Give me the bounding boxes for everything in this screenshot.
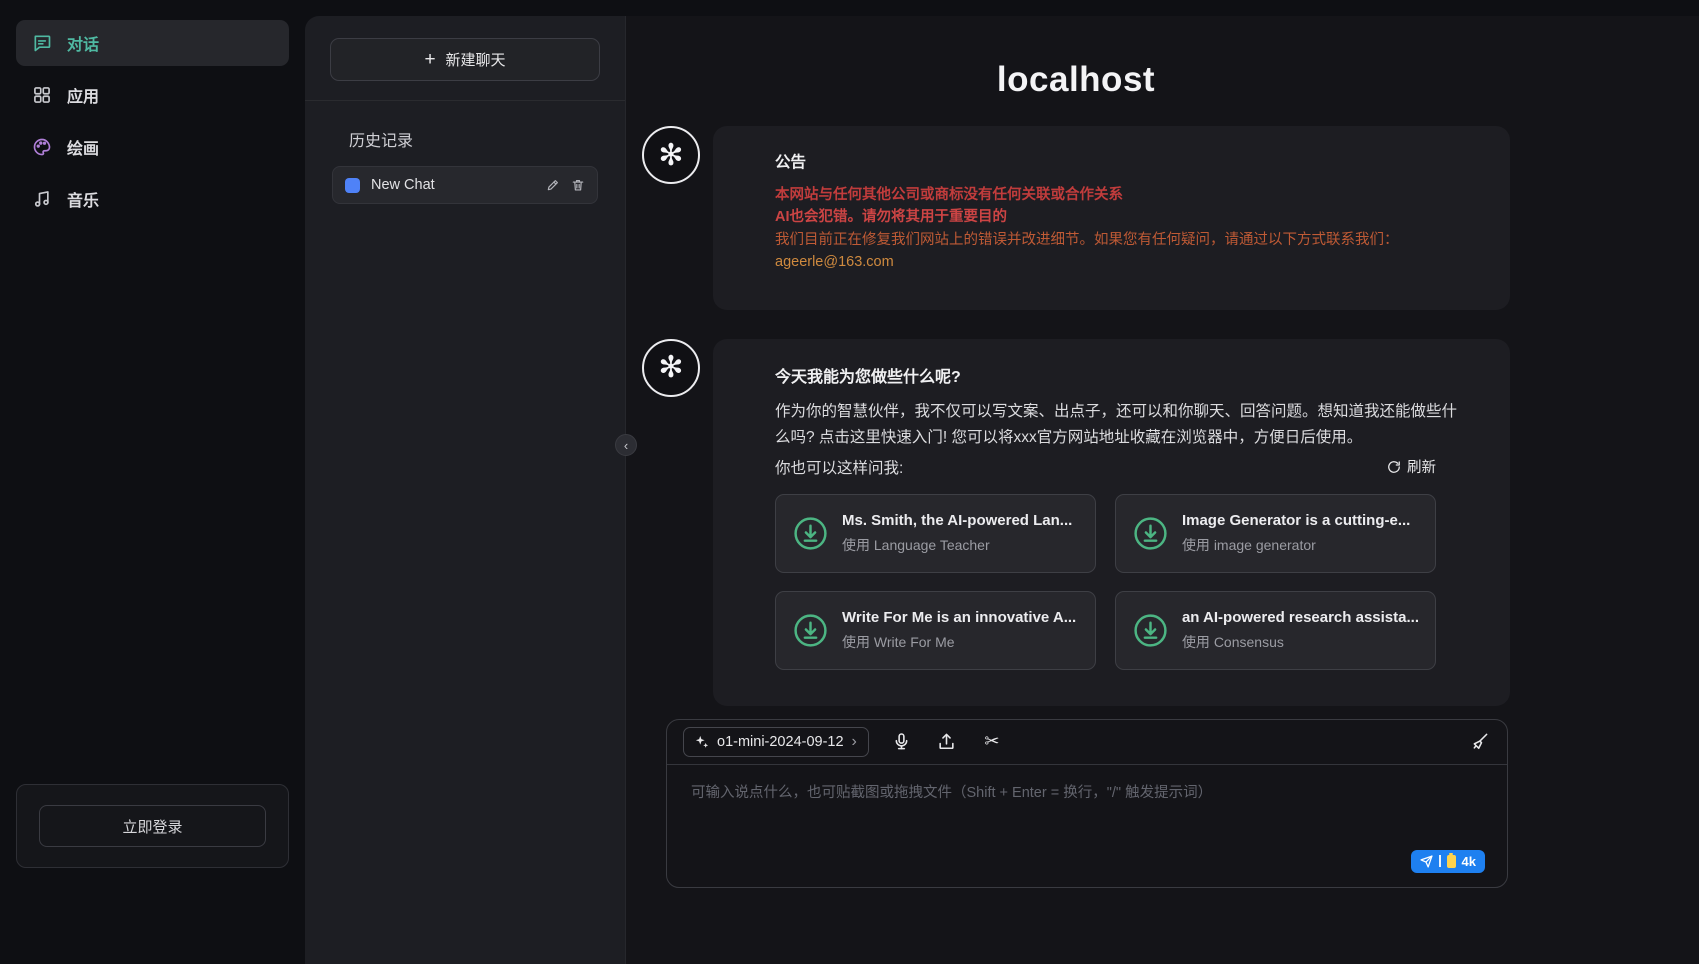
suggestion-title: an AI-powered research assista... xyxy=(1182,609,1419,626)
download-circle-icon xyxy=(1132,612,1169,649)
ask-hint: 你也可以这样问我: xyxy=(775,456,903,478)
sidebar: 对话 应用 绘画 音乐 立即登录 xyxy=(0,0,305,964)
suggestion-title: Write For Me is an innovative A... xyxy=(842,609,1076,626)
refresh-button[interactable]: 刷新 xyxy=(1387,456,1436,477)
suggestion-subtitle: 使用 Language Teacher xyxy=(842,535,1072,555)
suggestion-grid: Ms. Smith, the AI-powered Lan... 使用 Lang… xyxy=(775,494,1436,670)
edit-icon[interactable] xyxy=(546,178,560,192)
sidebar-item-chat[interactable]: 对话 xyxy=(16,20,289,66)
chat-item-title: New Chat xyxy=(371,177,535,193)
message-bubble: 公告 本网站与任何其他公司或商标没有任何关联或合作关系 AI也会犯错。请勿将其用… xyxy=(713,126,1510,310)
composer-body: 4k xyxy=(667,765,1507,887)
model-name: o1-mini-2024-09-12 xyxy=(717,734,844,750)
new-chat-label: 新建聊天 xyxy=(446,49,506,70)
page-title: localhost xyxy=(642,60,1510,100)
chat-list-item[interactable]: New Chat xyxy=(332,166,598,204)
music-icon xyxy=(31,188,53,210)
badge-divider xyxy=(1439,855,1441,867)
welcome-title: 今天我能为您做些什么呢? xyxy=(775,363,1458,387)
ask-row: 你也可以这样问我: 刷新 xyxy=(775,456,1436,478)
new-chat-section: + 新建聊天 xyxy=(305,16,625,101)
chat-icon xyxy=(31,32,53,54)
assistant-avatar: ✻ xyxy=(642,339,700,397)
download-circle-icon xyxy=(792,515,829,552)
suggestion-card[interactable]: Ms. Smith, the AI-powered Lan... 使用 Lang… xyxy=(775,494,1096,573)
suggestion-card[interactable]: Write For Me is an innovative A... 使用 Wr… xyxy=(775,591,1096,670)
palette-icon xyxy=(31,136,53,158)
token-battery-icon xyxy=(1447,855,1456,868)
upload-button[interactable] xyxy=(935,730,959,754)
contact-email-link[interactable]: ageerle@163.com xyxy=(775,251,894,273)
sidebar-item-label: 对话 xyxy=(67,31,99,55)
composer: o1-mini-2024-09-12 › ✂ xyxy=(666,719,1508,888)
welcome-body: 作为你的智慧伙伴，我不仅可以写文案、出点子，还可以和你聊天、回答问题。想知道我还… xyxy=(775,399,1458,452)
send-icon xyxy=(1420,855,1433,868)
sidebar-item-label: 音乐 xyxy=(67,187,99,211)
chat-content: localhost ✻ 公告 本网站与任何其他公司或商标没有任何关联或合作关系 … xyxy=(642,16,1510,964)
download-circle-icon xyxy=(1132,515,1169,552)
send-token-badge[interactable]: 4k xyxy=(1411,850,1485,873)
sidebar-item-draw[interactable]: 绘画 xyxy=(16,124,289,170)
suggestion-subtitle: 使用 Consensus xyxy=(1182,632,1419,652)
apps-icon xyxy=(31,84,53,106)
announcement-line-1: 本网站与任何其他公司或商标没有任何关联或合作关系 xyxy=(775,184,1458,206)
sidebar-item-music[interactable]: 音乐 xyxy=(16,176,289,222)
scissors-icon: ✂ xyxy=(984,731,999,752)
suggestion-card[interactable]: Image Generator is a cutting-e... 使用 ima… xyxy=(1115,494,1436,573)
model-selector[interactable]: o1-mini-2024-09-12 › xyxy=(683,727,869,757)
sidebar-item-label: 应用 xyxy=(67,83,99,107)
announcement-line-3: 我们目前正在修复我们网站上的错误并改进细节。如果您有任何疑问，请通过以下方式联系… xyxy=(775,229,1458,251)
refresh-label: 刷新 xyxy=(1407,456,1436,477)
composer-toolbar: o1-mini-2024-09-12 › ✂ xyxy=(667,720,1507,765)
assistant-message-announcement: ✻ 公告 本网站与任何其他公司或商标没有任何关联或合作关系 AI也会犯错。请勿将… xyxy=(642,126,1510,310)
assistant-message-welcome: ✻ 今天我能为您做些什么呢? 作为你的智慧伙伴，我不仅可以写文案、出点子，还可以… xyxy=(642,339,1510,706)
download-circle-icon xyxy=(792,612,829,649)
openai-logo-icon: ✻ xyxy=(658,138,683,173)
sidebar-nav: 对话 应用 绘画 音乐 xyxy=(0,20,305,222)
microphone-button[interactable] xyxy=(890,730,914,754)
plus-icon: + xyxy=(424,50,435,69)
clear-context-button[interactable] xyxy=(1467,730,1491,754)
suggestion-subtitle: 使用 image generator xyxy=(1182,535,1410,555)
announcement-line-2: AI也会犯错。请勿将其用于重要目的 xyxy=(775,206,1458,228)
openai-logo-icon: ✻ xyxy=(658,350,683,385)
assistant-avatar: ✻ xyxy=(642,126,700,184)
token-count: 4k xyxy=(1462,854,1476,869)
announcement-title: 公告 xyxy=(775,150,1458,172)
scissors-button[interactable]: ✂ xyxy=(980,730,1004,754)
suggestion-title: Ms. Smith, the AI-powered Lan... xyxy=(842,512,1072,529)
suggestion-title: Image Generator is a cutting-e... xyxy=(1182,512,1410,529)
new-chat-button[interactable]: + 新建聊天 xyxy=(330,38,600,81)
sidebar-item-apps[interactable]: 应用 xyxy=(16,72,289,118)
suggestion-subtitle: 使用 Write For Me xyxy=(842,632,1076,652)
delete-icon[interactable] xyxy=(571,178,585,192)
message-bubble: 今天我能为您做些什么呢? 作为你的智慧伙伴，我不仅可以写文案、出点子，还可以和你… xyxy=(713,339,1510,706)
history-title: 历史记录 xyxy=(349,127,625,151)
app-root: 对话 应用 绘画 音乐 立即登录 xyxy=(0,0,1699,964)
sparkle-icon xyxy=(695,735,709,749)
workspace: + 新建聊天 历史记录 New Chat ‹ xyxy=(305,16,1699,964)
chat-list-panel: + 新建聊天 历史记录 New Chat xyxy=(305,16,625,964)
suggestion-card[interactable]: an AI-powered research assista... 使用 Con… xyxy=(1115,591,1436,670)
chat-bubble-icon xyxy=(345,178,360,193)
chat-item-actions xyxy=(546,178,585,192)
collapse-sidebar-button[interactable]: ‹ xyxy=(615,434,637,456)
login-panel: 立即登录 xyxy=(16,784,289,868)
message-input[interactable] xyxy=(667,765,1507,887)
refresh-icon xyxy=(1387,460,1401,474)
sidebar-item-label: 绘画 xyxy=(67,135,99,159)
main-panel: ‹ localhost ✻ 公告 本网站与任何其他公司或商标没有任何关联或合作关… xyxy=(625,16,1699,964)
login-button[interactable]: 立即登录 xyxy=(39,805,266,847)
chevron-right-icon: › xyxy=(852,734,857,750)
